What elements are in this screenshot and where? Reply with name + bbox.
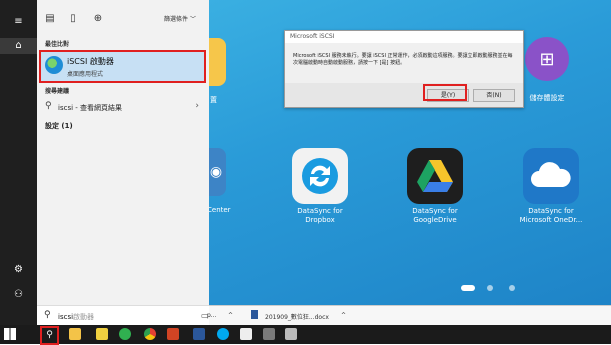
search-hint-text: 啟動器 bbox=[73, 313, 95, 321]
sync-icon bbox=[302, 158, 338, 194]
datasync-onedrive-label: DataSync for Microsoft OneDr... bbox=[519, 207, 583, 224]
dialog-title: Microsoft iSCSI bbox=[285, 31, 523, 43]
chrome-icon[interactable] bbox=[144, 328, 156, 340]
page-dot-active[interactable] bbox=[461, 285, 475, 291]
dialog-button-bar: 是(Y) 否(N) bbox=[285, 83, 523, 107]
search-input[interactable]: iscsi啟動器 bbox=[58, 312, 94, 322]
page-dot[interactable] bbox=[509, 285, 515, 291]
search-box[interactable]: ⚲ iscsi啟動器 bbox=[37, 305, 209, 326]
home-icon[interactable]: ⌂ bbox=[0, 38, 37, 54]
download-item[interactable]: p... bbox=[207, 312, 217, 319]
word-doc-icon bbox=[251, 310, 258, 319]
user-icon[interactable]: ⚇ bbox=[0, 287, 37, 303]
dialog-message: Microsoft iSCSI 服務未執行。要讓 iSCSI 正常運作，必須啟動… bbox=[293, 53, 513, 66]
start-rail: ≡ ⌂ ⚙ ⚇ bbox=[0, 0, 37, 325]
explorer-icon[interactable] bbox=[69, 328, 81, 340]
web-suggestions-heading: 搜尋建議 bbox=[45, 88, 70, 95]
app-tile-partial-label: 置 bbox=[210, 96, 217, 104]
filter-label: 篩選條件 bbox=[164, 16, 189, 23]
settings-icon[interactable]: ⚙ bbox=[0, 262, 37, 278]
tool-icon[interactable] bbox=[285, 328, 297, 340]
best-match-highlight bbox=[39, 50, 206, 83]
chat-icon[interactable] bbox=[119, 328, 131, 340]
documents-icon[interactable]: ▯ bbox=[66, 12, 80, 26]
best-match-heading: 最佳比對 bbox=[45, 41, 70, 48]
apps-icon[interactable]: ▤ bbox=[43, 12, 57, 26]
app-tile-center-label: Center bbox=[207, 206, 231, 214]
iscsi-dialog: Microsoft iSCSI Microsoft iSCSI 服務未執行。要讓… bbox=[284, 30, 524, 108]
word-icon[interactable] bbox=[193, 328, 205, 340]
app-icon[interactable] bbox=[263, 328, 275, 340]
download-item[interactable]: 201909_數位狂...docx bbox=[265, 312, 329, 321]
chevron-up-icon[interactable]: ^ bbox=[228, 312, 233, 319]
taskbar: ⚲ bbox=[0, 325, 611, 345]
search-icon: ⚲ bbox=[44, 310, 51, 320]
datasync-onedrive-tile[interactable] bbox=[523, 148, 579, 204]
photos-icon[interactable] bbox=[240, 328, 252, 340]
windows-start-icon[interactable] bbox=[4, 328, 16, 340]
chevron-up-icon[interactable]: ^ bbox=[341, 312, 346, 319]
web-suggestion-item[interactable]: ⚲ iscsi - 查看網頁結果 › bbox=[45, 100, 205, 114]
filter-dropdown[interactable]: 篩選條件 ﹀ bbox=[164, 14, 196, 23]
notes-icon[interactable] bbox=[96, 328, 108, 340]
cloud-icon bbox=[531, 162, 571, 187]
chevron-right-icon: › bbox=[195, 101, 199, 111]
web-icon[interactable]: ⊕ bbox=[91, 12, 105, 26]
skype-icon[interactable] bbox=[217, 328, 229, 340]
search-panel: ▤ ▯ ⊕ 篩選條件 ﹀ 最佳比對 iSCSI 啟動器 桌面應用程式 搜尋建議 … bbox=[37, 0, 209, 325]
datasync-googledrive-label: DataSync for GoogleDrive bbox=[412, 207, 458, 224]
settings-results[interactable]: 設定 (1) bbox=[45, 121, 73, 131]
web-suggestion-text: iscsi - 查看網頁結果 bbox=[58, 104, 123, 112]
taskbar-search-button[interactable]: ⚲ bbox=[40, 326, 59, 345]
google-drive-icon bbox=[417, 160, 453, 192]
hamburger-icon[interactable]: ≡ bbox=[0, 14, 37, 30]
yes-button-highlight bbox=[423, 84, 467, 101]
powerpoint-icon[interactable] bbox=[167, 328, 179, 340]
chevron-down-icon: ﹀ bbox=[189, 16, 196, 23]
datasync-dropbox-tile[interactable] bbox=[292, 148, 348, 204]
datasync-dropbox-label: DataSync for Dropbox bbox=[297, 207, 343, 224]
page-dot[interactable] bbox=[487, 285, 493, 291]
grid-icon: ⊞ bbox=[539, 48, 555, 70]
no-button[interactable]: 否(N) bbox=[473, 89, 515, 102]
search-icon: ⚲ bbox=[45, 101, 52, 111]
storage-settings-tile[interactable]: ⊞ bbox=[525, 37, 569, 81]
datasync-googledrive-tile[interactable] bbox=[407, 148, 463, 204]
search-typed-text: iscsi bbox=[58, 313, 74, 321]
camera-icon: ◉ bbox=[209, 164, 223, 180]
download-bar: ▭ p... ^ 201909_數位狂...docx ^ bbox=[201, 305, 611, 326]
